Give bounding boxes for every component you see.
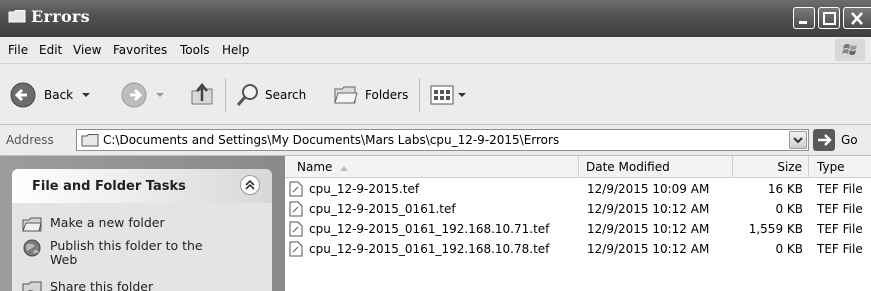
column-header-date[interactable]: Date Modified — [579, 156, 733, 178]
maximize-icon — [823, 12, 836, 25]
globe-icon — [23, 239, 41, 257]
task-publish-web[interactable]: Publish this folder to the Web — [22, 239, 262, 267]
windows-logo-icon — [835, 39, 865, 61]
go-button[interactable] — [813, 129, 835, 151]
task-label: Publish this folder to the Web — [50, 238, 203, 267]
file-date: 12/9/2015 10:09 AM — [587, 182, 710, 196]
menu-bar: File Edit View Favorites Tools Help — [0, 37, 871, 64]
column-header-size[interactable]: Size — [733, 156, 809, 178]
search-button[interactable]: Search — [235, 82, 306, 108]
folders-icon — [334, 86, 358, 104]
folder-icon — [81, 134, 99, 147]
back-arrow-icon — [10, 82, 36, 108]
go-label[interactable]: Go — [841, 133, 858, 147]
task-share-folder[interactable]: Share this folder — [22, 279, 153, 291]
file-icon — [289, 221, 303, 237]
task-label: Share this folder — [50, 279, 154, 291]
search-label: Search — [265, 88, 307, 102]
file-row[interactable]: cpu_12-9-2015_0161_192.168.10.78.tef 12/… — [285, 240, 871, 260]
back-dropdown-icon[interactable] — [81, 91, 91, 99]
file-type: TEF File — [817, 222, 863, 236]
explorer-window: Errors File Edit View Favorites Tools He… — [0, 0, 871, 291]
go-arrow-icon — [818, 134, 832, 146]
column-size-label: Size — [777, 160, 802, 174]
title-bar[interactable]: Errors — [0, 0, 871, 37]
column-date-label: Date Modified — [586, 160, 670, 174]
file-size: 16 KB — [767, 182, 803, 196]
address-path: C:\Documents and Settings\My Documents\M… — [103, 133, 560, 147]
back-button[interactable]: Back — [10, 82, 91, 108]
task-pane: File and Folder Tasks Make a new folder — [0, 156, 285, 291]
views-icon — [430, 85, 454, 105]
minimize-button[interactable] — [793, 7, 815, 29]
file-size: 0 KB — [775, 202, 803, 216]
address-bar: Address C:\Documents and Settings\My Doc… — [0, 125, 871, 156]
up-folder-button[interactable] — [189, 82, 215, 108]
search-icon — [236, 84, 258, 106]
folder-icon — [8, 10, 26, 23]
close-icon — [851, 12, 863, 25]
task-label: Make a new folder — [50, 215, 165, 230]
views-button[interactable] — [429, 82, 467, 108]
menu-help[interactable]: Help — [222, 43, 249, 57]
task-make-folder[interactable]: Make a new folder — [22, 215, 165, 233]
toolbar: Back Search Folders — [0, 64, 871, 125]
address-label: Address — [6, 133, 54, 147]
forward-dropdown-icon[interactable] — [155, 91, 165, 99]
share-folder-icon — [22, 281, 42, 291]
views-dropdown-icon[interactable] — [457, 91, 467, 99]
up-folder-icon — [191, 83, 213, 105]
file-icon — [289, 201, 303, 217]
address-dropdown-button[interactable] — [789, 131, 807, 149]
file-icon — [289, 241, 303, 257]
file-name: cpu_12-9-2015.tef — [309, 182, 420, 196]
toolbar-separator — [419, 78, 420, 112]
close-button[interactable] — [843, 7, 871, 29]
window-title: Errors — [31, 7, 90, 26]
file-type: TEF File — [817, 182, 863, 196]
file-row[interactable]: cpu_12-9-2015.tef 12/9/2015 10:09 AM 16 … — [285, 180, 871, 200]
minimize-icon — [799, 21, 807, 24]
tasks-title: File and Folder Tasks — [32, 179, 186, 194]
collapse-button[interactable] — [240, 175, 260, 195]
file-date: 12/9/2015 10:12 AM — [587, 222, 710, 236]
maximize-button[interactable] — [818, 7, 840, 29]
tasks-header[interactable]: File and Folder Tasks — [12, 169, 272, 203]
file-list: Name Date Modified Size Type cpu_12-9-20… — [285, 156, 871, 291]
file-icon — [289, 181, 303, 197]
file-size: 0 KB — [775, 242, 803, 256]
folders-label: Folders — [365, 88, 409, 102]
file-name: cpu_12-9-2015_0161_192.168.10.71.tef — [309, 222, 550, 236]
file-name: cpu_12-9-2015_0161.tef — [309, 202, 456, 216]
folders-button[interactable]: Folders — [333, 82, 408, 108]
file-row[interactable]: cpu_12-9-2015_0161.tef 12/9/2015 10:12 A… — [285, 200, 871, 220]
toolbar-separator — [225, 78, 226, 112]
tasks-body: Make a new folder Publish this folder to… — [12, 203, 272, 291]
menu-view[interactable]: View — [73, 43, 101, 57]
file-date: 12/9/2015 10:12 AM — [587, 242, 710, 256]
forward-button[interactable] — [121, 82, 165, 108]
chevron-down-icon — [793, 137, 803, 144]
file-date: 12/9/2015 10:12 AM — [587, 202, 710, 216]
menu-favorites[interactable]: Favorites — [113, 43, 167, 57]
menu-tools[interactable]: Tools — [180, 43, 210, 57]
column-name-label: Name — [297, 160, 333, 174]
column-header-type[interactable]: Type — [809, 156, 871, 178]
column-header-name[interactable]: Name — [285, 156, 579, 178]
file-size: 1,559 KB — [748, 222, 803, 236]
menu-file[interactable]: File — [8, 43, 28, 57]
file-row[interactable]: cpu_12-9-2015_0161_192.168.10.71.tef 12/… — [285, 220, 871, 240]
back-label: Back — [44, 88, 74, 102]
new-folder-icon — [22, 217, 42, 232]
column-type-label: Type — [817, 160, 845, 174]
file-type: TEF File — [817, 202, 863, 216]
chevron-up-icon — [245, 179, 255, 190]
address-field[interactable]: C:\Documents and Settings\My Documents\M… — [76, 129, 809, 151]
sort-ascending-icon — [340, 166, 348, 171]
file-name: cpu_12-9-2015_0161_192.168.10.78.tef — [309, 242, 550, 256]
file-type: TEF File — [817, 242, 863, 256]
forward-arrow-icon — [121, 82, 147, 108]
menu-edit[interactable]: Edit — [39, 43, 62, 57]
